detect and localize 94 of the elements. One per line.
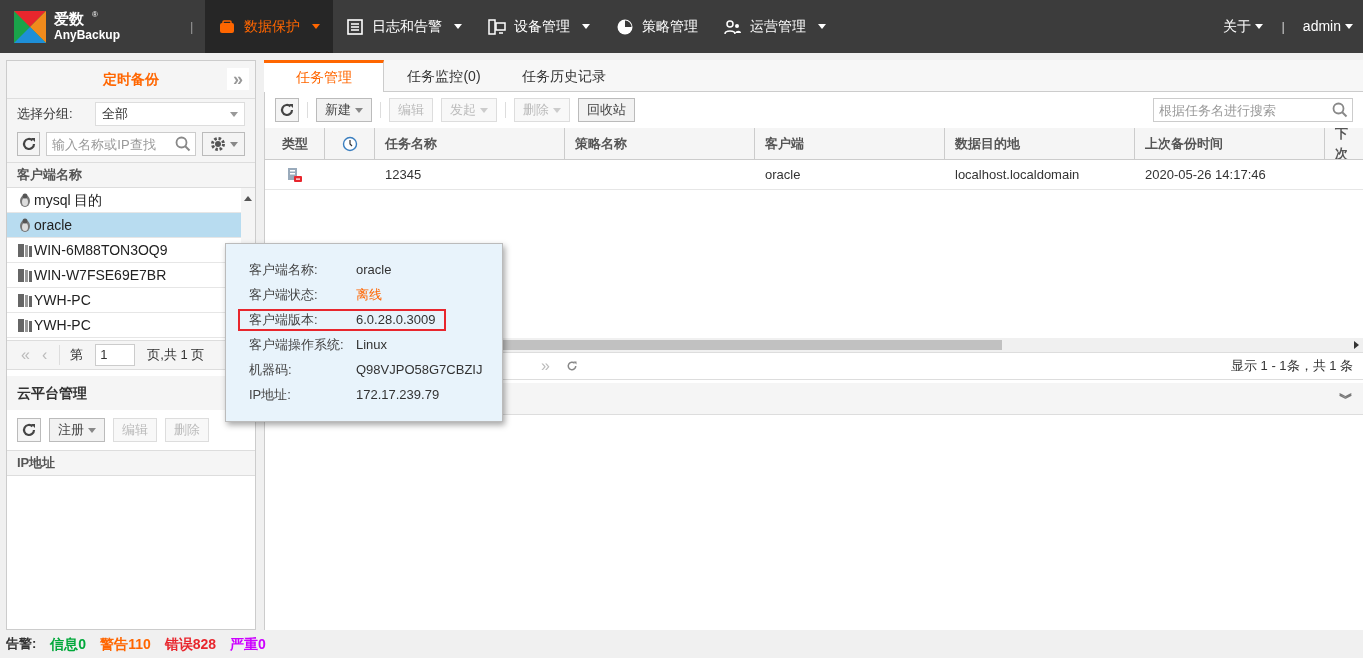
caret-icon [454,24,463,29]
refresh-icon [21,422,37,438]
info-value: Linux [356,336,389,355]
tab[interactable]: 任务监控(0) [384,60,504,92]
column-header: 任务名称 [375,128,565,159]
caret-icon [230,111,238,117]
section-title: 云平台管理 [17,383,87,403]
table-cell: 12345 [385,166,422,182]
database-error-icon [287,166,303,183]
page-total: 页,共 1 页 [147,346,205,365]
caret-icon [1255,24,1264,29]
computer-icon [488,17,507,36]
nav-menu-item[interactable]: 策略管理 [603,0,712,53]
nav-menu-item[interactable]: 设备管理 [475,0,604,53]
caret-icon [312,24,321,29]
users-icon [724,17,743,36]
caret-icon [553,107,561,113]
column-header: 客户端 [755,128,945,159]
caret-icon [88,427,96,433]
settings-button[interactable] [202,132,245,156]
logo-icon [14,10,46,43]
toolbar-button[interactable]: 回收站 [578,98,635,122]
info-value: 172.17.239.79 [356,386,441,405]
group-label: 选择分组: [17,105,74,124]
info-value: 6.0.28.0.3009 [356,311,437,330]
alert-count[interactable]: 错误828 [164,633,217,655]
alert-label: 告警: [6,635,37,654]
refresh-icon[interactable] [565,360,578,372]
toolbar-button[interactable]: 注册 [49,418,105,442]
search-icon [175,136,192,152]
refresh-button[interactable] [275,98,299,122]
refresh-button[interactable] [17,132,41,156]
refresh-icon [20,136,37,152]
clock-icon [341,135,358,152]
client-list-item[interactable]: oracle [7,213,241,238]
toolbar-button[interactable]: 新建 [316,98,372,122]
table-cell: 2020-05-26 14:17:46 [1145,166,1266,182]
pie-chart-icon [616,17,635,36]
caret-icon [1345,24,1353,29]
search-icon [1332,102,1348,118]
drive-icon [218,17,237,36]
separator: | [1281,17,1285,36]
info-value: oracle [356,261,393,280]
column-header: 类型 [265,128,325,159]
separator: | [190,17,194,36]
document-icon [346,17,365,36]
caret-icon [229,141,238,147]
caret-icon [582,24,591,29]
settings-icon [209,136,226,152]
info-value: Q98VJPO58G7CBZIJ [356,361,484,380]
alert-count[interactable]: 严重0 [230,633,266,655]
column-header: IP地址 [7,450,255,476]
server-icon [17,267,33,283]
info-value: 离线 [356,286,383,305]
user-menu[interactable]: admin [1302,16,1353,37]
refresh-icon [279,102,295,118]
nav-menu-item[interactable]: 数据保护 [205,0,334,53]
info-label: 客户端操作系统: [249,336,345,355]
refresh-button[interactable] [17,418,41,442]
logo-title: 爱数 [54,9,84,29]
column-header: 数据目的地 [945,128,1135,159]
registered-mark: ® [92,9,98,20]
server-icon [17,292,33,308]
logo-subtitle: AnyBackup [54,28,121,44]
info-label: 客户端版本: [249,311,319,330]
column-header: 上次备份时间 [1135,128,1325,159]
table-cell: oracle [765,166,801,182]
page-summary: 显示 1 - 1条，共 1 条 [1230,357,1353,376]
caret-icon [480,107,488,113]
server-icon [17,242,33,258]
info-label: 机器码: [249,361,293,380]
info-label: 客户端名称: [249,261,319,280]
page-label: 第 [59,345,84,365]
info-label: IP地址: [249,386,292,405]
column-header: 客户端名称 [7,163,255,188]
task-search-field[interactable]: 根据任务名进行搜索 [1153,98,1353,122]
expand-button[interactable]: ︾ [1339,388,1353,409]
page-number-field[interactable]: 1 [95,344,136,366]
tab[interactable]: 任务历史记录 [504,60,624,92]
nav-menu-item[interactable]: 运营管理 [711,0,840,53]
server-icon [17,317,33,333]
client-search-field[interactable]: 输入名称或IP查找 [46,132,197,156]
caret-icon [355,107,363,113]
about-menu[interactable]: 关于 [1223,16,1264,37]
column-header: 策略名称 [565,128,755,159]
penguin-icon [17,192,33,208]
group-select[interactable]: 全部 [95,102,245,126]
column-header: 下次 [1325,128,1363,159]
info-label: 客户端状态: [249,286,319,305]
nav-menu-item[interactable]: 日志和告警 [333,0,476,53]
caret-icon [818,24,827,29]
penguin-icon [17,217,33,233]
table-cell: localhost.localdomain [955,166,1080,182]
sidebar-title: 定时备份 [103,70,159,89]
